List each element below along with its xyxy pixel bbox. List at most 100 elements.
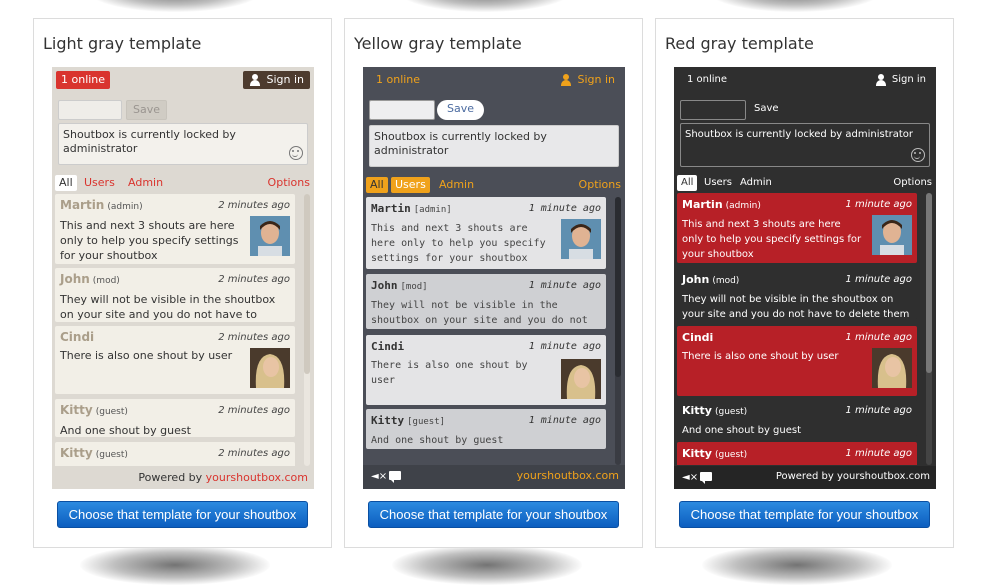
- sign-in-button[interactable]: Sign in: [554, 71, 621, 89]
- shout-time: 1 minute ago: [528, 415, 601, 426]
- online-count: 1 online: [56, 71, 111, 89]
- card-title: Light gray template: [43, 34, 202, 53]
- options-link[interactable]: Options: [579, 177, 621, 193]
- template-card-light: Light gray template 1 online Sign in Sav…: [33, 18, 332, 548]
- name-input[interactable]: [369, 100, 435, 120]
- user-icon: [875, 74, 887, 86]
- shout-time: 1 minute ago: [845, 405, 912, 416]
- shout-author: John: [60, 272, 90, 286]
- tab-admin[interactable]: Admin: [124, 175, 167, 191]
- sound-off-icon[interactable]: ◄×: [682, 473, 698, 483]
- name-input[interactable]: [58, 100, 122, 120]
- avatar-photo: [250, 348, 290, 388]
- shout-item: Kitty (guest) 2 minutes ago And one shout…: [55, 399, 295, 437]
- save-button[interactable]: Save: [126, 100, 168, 120]
- shout-role: [mod]: [400, 282, 428, 292]
- sign-in-button[interactable]: Sign in: [243, 71, 310, 89]
- chat-icon[interactable]: [389, 471, 401, 483]
- avatar-photo: [561, 359, 601, 399]
- tab-all[interactable]: All: [677, 175, 698, 191]
- shout-list: Martin (admin) 1 minute ago This and next…: [674, 193, 936, 465]
- shout-author: John: [682, 273, 710, 286]
- tab-users[interactable]: Users: [391, 177, 430, 193]
- chat-icon[interactable]: [700, 472, 712, 484]
- choose-template-button[interactable]: Choose that template for your shoutbox: [57, 501, 308, 528]
- shoutbox-preview: 1 online Sign in Save Shoutbox is curren…: [674, 67, 936, 489]
- smiley-icon[interactable]: [911, 148, 925, 162]
- shout-author: Kitty: [682, 404, 712, 417]
- options-link[interactable]: Options: [893, 175, 932, 191]
- sign-in-button[interactable]: Sign in: [869, 71, 932, 89]
- shout-time: 2 minutes ago: [218, 332, 290, 343]
- shout-text: They will not be visible in the shoutbox…: [371, 300, 588, 326]
- shout-role: (guest): [714, 407, 748, 417]
- shout-time: 1 minute ago: [528, 341, 601, 352]
- shout-item: Cindi 1 minute ago There is also one sho…: [677, 326, 917, 396]
- shout-role: (mod): [712, 276, 740, 286]
- top-bar: 1 online Sign in: [52, 67, 314, 93]
- scrollbar-thumb[interactable]: [304, 194, 310, 374]
- shout-author: Martin: [682, 198, 723, 211]
- scrollbar[interactable]: [926, 193, 932, 465]
- shout-text: And one shout by guest: [371, 435, 504, 446]
- options-link[interactable]: Options: [268, 175, 310, 191]
- message-field[interactable]: Shoutbox is currently locked by administ…: [680, 123, 930, 167]
- shout-time: 1 minute ago: [845, 274, 912, 285]
- shout-text: And one shout by guest: [682, 425, 802, 436]
- smiley-icon[interactable]: [289, 146, 303, 160]
- template-card-yellow: Yellow gray template 1 online Sign in Sa…: [344, 18, 643, 548]
- top-bar: 1 online Sign in: [674, 67, 936, 93]
- choose-template-button[interactable]: Choose that template for your shoutbox: [679, 501, 930, 528]
- user-icon: [560, 74, 572, 86]
- shout-text: There is also one shout by user: [682, 351, 839, 362]
- shout-role: (admin): [725, 201, 761, 211]
- scrollbar-thumb[interactable]: [926, 193, 932, 373]
- tab-all[interactable]: All: [366, 177, 388, 193]
- shout-author: Cindi: [682, 331, 714, 344]
- message-text: Shoutbox is currently locked by administ…: [63, 128, 236, 155]
- scrollbar[interactable]: [304, 194, 310, 466]
- shout-list: Martin (admin) 2 minutes ago This and nex…: [52, 194, 314, 466]
- tab-all[interactable]: All: [55, 175, 77, 191]
- tab-admin[interactable]: Admin: [736, 175, 776, 191]
- shout-role: (guest): [95, 450, 128, 460]
- shout-time: 1 minute ago: [528, 203, 601, 214]
- shout-item: Kitty (guest) 1 minute ago And one shout …: [677, 399, 917, 437]
- shout-author: Cindi: [371, 340, 405, 353]
- shout-author: Kitty: [60, 446, 93, 460]
- tab-bar: All Users Admin Options: [52, 174, 314, 192]
- shout-item: Kitty [guest] 1 minute ago And one shout …: [366, 409, 606, 449]
- brand-link[interactable]: yourshoutbox.com: [206, 471, 308, 484]
- scrollbar[interactable]: [615, 197, 621, 465]
- card-title: Red gray template: [665, 34, 814, 53]
- scrollbar-thumb[interactable]: [615, 197, 621, 377]
- shout-text: This and next 3 shouts are here only to …: [60, 219, 239, 262]
- shout-item: Cindi 2 minutes ago There is also one sh…: [55, 326, 295, 394]
- name-input[interactable]: [680, 100, 746, 120]
- shout-role: [admin]: [413, 205, 452, 215]
- message-field[interactable]: Shoutbox is currently locked by administ…: [369, 125, 619, 167]
- message-text: Shoutbox is currently locked by administ…: [374, 130, 547, 157]
- shout-text: There is also one shout by user: [371, 360, 528, 386]
- sound-off-icon[interactable]: ◄×: [371, 472, 387, 482]
- save-button[interactable]: Save: [437, 100, 485, 120]
- shout-time: 1 minute ago: [845, 448, 912, 459]
- sign-in-label: Sign in: [891, 74, 926, 85]
- shout-author: Kitty: [371, 414, 405, 427]
- shout-time: 2 minutes ago: [218, 448, 290, 459]
- shout-item: Kitty (guest) 1 minute ago: [677, 442, 917, 465]
- shout-text: They will not be visible in the shoutbox…: [682, 294, 910, 320]
- save-button[interactable]: Save: [748, 100, 785, 120]
- tab-users[interactable]: Users: [700, 175, 736, 191]
- message-text: Shoutbox is currently locked by administ…: [685, 129, 914, 140]
- shout-item: Martin [admin] 1 minute ago This and next…: [366, 197, 606, 269]
- brand-link[interactable]: yourshoutbox.com: [517, 465, 619, 487]
- shout-item: John (mod) 1 minute ago They will not be …: [677, 268, 917, 320]
- powered-by: Powered by yourshoutbox.com: [138, 467, 308, 489]
- brand-link[interactable]: yourshoutbox.com: [837, 471, 930, 482]
- tab-users[interactable]: Users: [80, 175, 119, 191]
- message-field[interactable]: Shoutbox is currently locked by administ…: [58, 123, 308, 165]
- tab-admin[interactable]: Admin: [435, 177, 478, 193]
- choose-template-button[interactable]: Choose that template for your shoutbox: [368, 501, 619, 528]
- sign-in-label: Sign in: [266, 73, 304, 86]
